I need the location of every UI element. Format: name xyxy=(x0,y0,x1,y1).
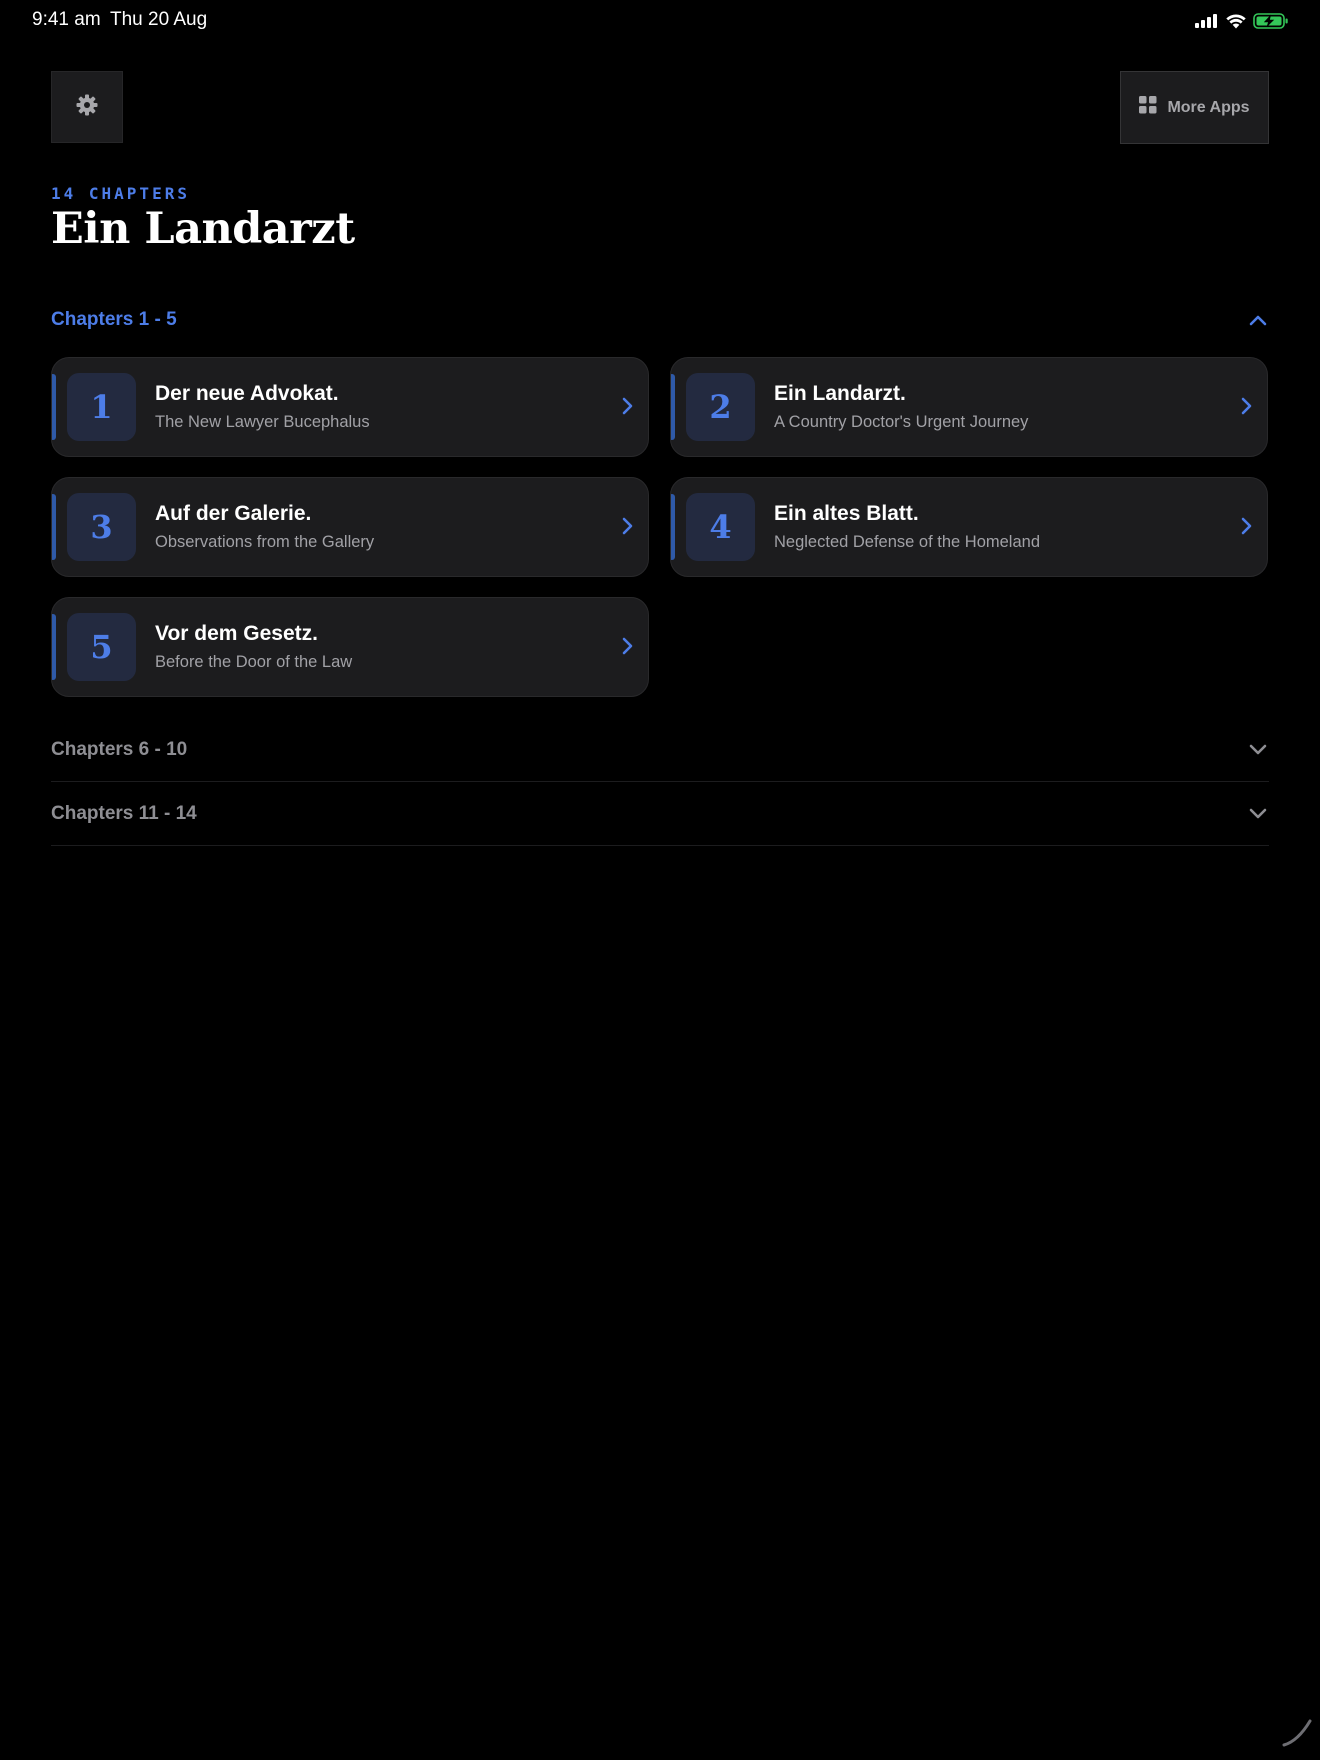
chapter-subtitle: The New Lawyer Bucephalus xyxy=(155,413,370,431)
chevron-down-icon xyxy=(1249,744,1269,755)
cellular-signal-icon xyxy=(1195,14,1219,28)
card-accent-bar xyxy=(671,374,675,440)
section-label: Chapters 1 - 5 xyxy=(51,309,177,330)
chapter-number: 2 xyxy=(709,388,732,426)
chapter-title: Vor dem Gesetz. xyxy=(155,622,318,645)
chapter-number: 3 xyxy=(90,508,113,546)
chevron-right-icon xyxy=(1240,396,1253,421)
chapter-subtitle: Observations from the Gallery xyxy=(155,533,375,551)
chapter-title: Auf der Galerie. xyxy=(155,502,312,525)
chevron-right-icon xyxy=(621,636,634,661)
status-date: Thu 20 Aug xyxy=(110,9,208,30)
section-label: Chapters 6 - 10 xyxy=(51,738,188,760)
chapter-title: Ein Landarzt. xyxy=(774,382,906,405)
more-apps-button[interactable]: More Apps xyxy=(1120,71,1269,144)
chapter-number-badge: 5 xyxy=(67,613,136,681)
card-accent-bar xyxy=(52,494,56,560)
chapter-number-badge: 4 xyxy=(686,493,755,561)
chapter-card-1[interactable]: 1 Der neue Advokat. The New Lawyer Bucep… xyxy=(51,357,649,457)
section-header-chapters-6-10[interactable]: Chapters 6 - 10 xyxy=(51,718,1269,782)
status-time: 9:41 am xyxy=(32,9,101,30)
section-header-chapters-11-14[interactable]: Chapters 11 - 14 xyxy=(51,782,1269,846)
status-bar: 9:41 am Thu 20 Aug xyxy=(0,0,1320,42)
chapter-card-3[interactable]: 3 Auf der Galerie. Observations from the… xyxy=(51,477,649,577)
chapter-card-5[interactable]: 5 Vor dem Gesetz. Before the Door of the… xyxy=(51,597,649,697)
chapter-number: 4 xyxy=(709,508,732,546)
chapter-number: 1 xyxy=(90,388,113,426)
chapter-subtitle: A Country Doctor's Urgent Journey xyxy=(774,413,1029,431)
card-accent-bar xyxy=(52,374,56,440)
chapter-number-badge: 3 xyxy=(67,493,136,561)
chapter-count: 14 CHAPTERS xyxy=(51,184,190,203)
card-accent-bar xyxy=(52,614,56,680)
page-title: Ein Landarzt xyxy=(51,204,355,254)
section-label: Chapters 11 - 14 xyxy=(51,802,197,824)
scroll-indicator xyxy=(1280,1715,1314,1754)
gear-icon xyxy=(75,93,99,122)
chevron-up-icon xyxy=(1249,315,1269,326)
chapter-number-badge: 1 xyxy=(67,373,136,441)
grid-icon xyxy=(1139,96,1157,119)
chapter-card-2[interactable]: 2 Ein Landarzt. A Country Doctor's Urgen… xyxy=(670,357,1268,457)
chapter-subtitle: Before the Door of the Law xyxy=(155,653,353,671)
status-icons xyxy=(1195,12,1289,30)
chevron-right-icon xyxy=(621,516,634,541)
wifi-icon xyxy=(1226,13,1246,29)
card-accent-bar xyxy=(671,494,675,560)
chapter-number: 5 xyxy=(90,628,113,666)
chevron-right-icon xyxy=(1240,516,1253,541)
chapter-number-badge: 2 xyxy=(686,373,755,441)
chevron-right-icon xyxy=(621,396,634,421)
chapter-subtitle: Neglected Defense of the Homeland xyxy=(774,533,1040,551)
chapter-title: Ein altes Blatt. xyxy=(774,502,919,525)
more-apps-label: More Apps xyxy=(1167,98,1250,116)
battery-charging-icon xyxy=(1253,13,1289,29)
chapter-card-4[interactable]: 4 Ein altes Blatt. Neglected Defense of … xyxy=(670,477,1268,577)
chevron-down-icon xyxy=(1249,808,1269,819)
section-header-chapters-1-5[interactable]: Chapters 1 - 5 xyxy=(51,307,1269,333)
chapter-title: Der neue Advokat. xyxy=(155,382,339,405)
settings-button[interactable] xyxy=(51,71,123,143)
